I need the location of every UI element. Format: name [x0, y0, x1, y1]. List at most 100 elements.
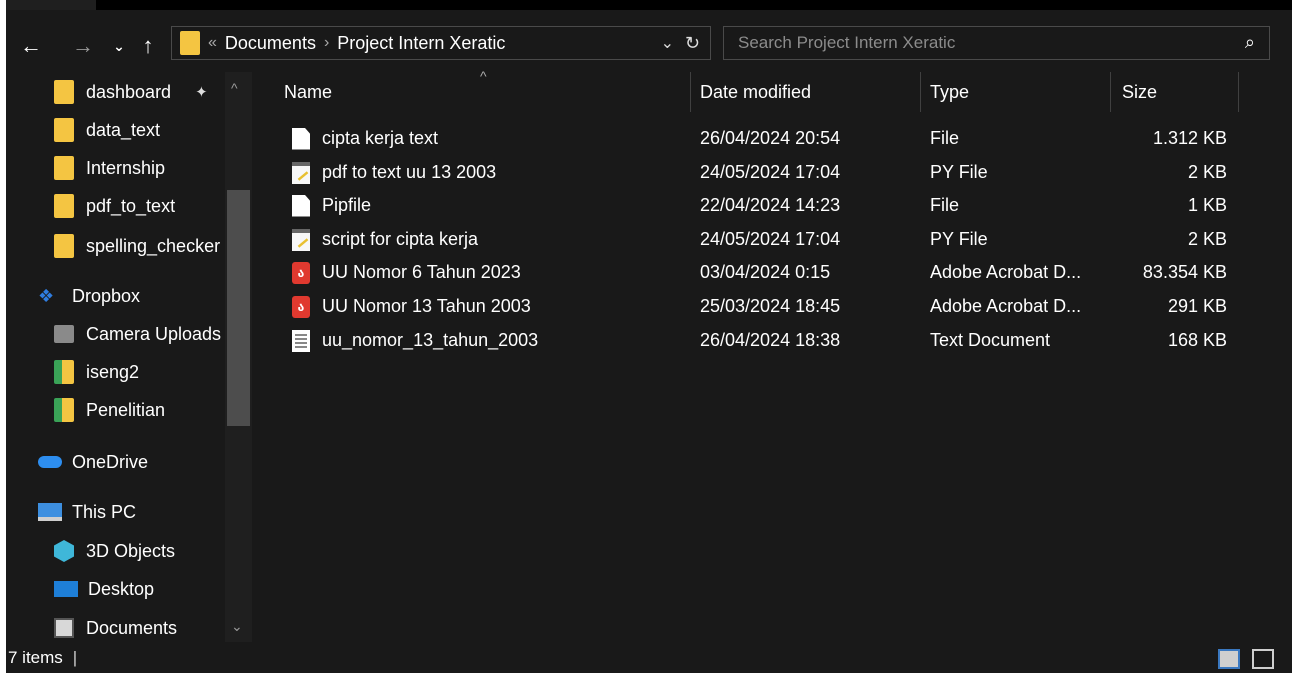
- address-toolbar: ← → ⌄ ↑ « Documents › Project Intern Xer…: [6, 10, 1292, 72]
- sidebar-item-data-text[interactable]: data_text: [54, 114, 160, 146]
- up-arrow-icon[interactable]: ↑: [136, 32, 160, 60]
- table-row[interactable]: ა UU Nomor 13 Tahun 2003 25/03/2024 18:45…: [252, 290, 1262, 323]
- folder-icon: [54, 156, 74, 180]
- sidebar-item-label: Dropbox: [72, 285, 141, 306]
- column-divider[interactable]: [690, 72, 691, 112]
- sidebar-item-pdf-to-text[interactable]: pdf_to_text: [54, 190, 175, 222]
- file-name: UU Nomor 6 Tahun 2023: [322, 262, 521, 282]
- column-header-type[interactable]: Type: [930, 72, 1110, 112]
- file-icon: [292, 127, 310, 150]
- sidebar-item-penelitian[interactable]: Penelitian: [54, 394, 165, 426]
- search-box[interactable]: ⌕: [723, 26, 1270, 60]
- breadcrumb-current-folder[interactable]: Project Intern Xeratic: [337, 33, 505, 54]
- column-header-label: Name: [284, 81, 333, 102]
- details-view-icon[interactable]: [1218, 649, 1240, 669]
- search-input[interactable]: [738, 33, 1218, 53]
- 3d-objects-icon: [54, 540, 74, 562]
- sidebar-item-desktop[interactable]: Desktop: [54, 573, 154, 605]
- sidebar-item-label: OneDrive: [72, 451, 149, 472]
- file-name: script for cipta kerja: [322, 229, 479, 249]
- sidebar-item-label: iseng2: [86, 361, 140, 382]
- status-divider: |: [72, 647, 78, 667]
- sidebar-item-label: dashboard: [86, 81, 172, 102]
- sidebar-item-onedrive[interactable]: OneDrive: [38, 446, 148, 478]
- file-name: Pipfile: [322, 195, 372, 215]
- table-row[interactable]: ა UU Nomor 6 Tahun 2023 03/04/2024 0:15 A…: [252, 256, 1262, 289]
- file-size: 168 KB: [1167, 330, 1227, 350]
- forward-arrow-icon[interactable]: →: [70, 32, 96, 60]
- table-row[interactable]: Pipfile 22/04/2024 14:23 File 1 KB: [252, 189, 1262, 222]
- title-strip: [6, 0, 1292, 10]
- synced-folder-icon: [54, 360, 74, 384]
- sidebar-item-iseng2[interactable]: iseng2: [54, 356, 139, 388]
- file-date: 24/05/2024 17:04: [700, 162, 841, 182]
- column-divider[interactable]: [1110, 72, 1111, 112]
- sidebar-item-documents[interactable]: Documents: [54, 612, 177, 644]
- file-size: 2 KB: [1187, 229, 1227, 249]
- sidebar-item-3d-objects[interactable]: 3D Objects: [54, 535, 175, 567]
- folder-icon: [54, 194, 74, 218]
- breadcrumb-documents[interactable]: Documents: [225, 33, 316, 54]
- file-date: 03/04/2024 0:15: [700, 262, 831, 282]
- folder-icon: [54, 234, 74, 258]
- onedrive-icon: [38, 456, 62, 468]
- file-date: 25/03/2024 18:45: [700, 296, 841, 316]
- file-name: uu_nomor_13_tahun_2003: [322, 330, 539, 350]
- sidebar-item-spelling-checker[interactable]: spelling_checker: [54, 230, 225, 262]
- camera-folder-icon: [54, 325, 74, 343]
- column-divider[interactable]: [920, 72, 921, 112]
- address-bar[interactable]: « Documents › Project Intern Xeratic ⌄ ↻: [171, 26, 711, 60]
- file-size: 83.354 KB: [1142, 262, 1227, 282]
- tab-marker: [6, 0, 96, 10]
- back-arrow-icon[interactable]: ←: [18, 32, 44, 60]
- table-row[interactable]: cipta kerja text 26/04/2024 20:54 File 1…: [252, 122, 1262, 155]
- file-type: PY File: [930, 229, 988, 249]
- sidebar-item-this-pc[interactable]: This PC: [38, 496, 136, 528]
- file-size: 1 KB: [1187, 195, 1227, 215]
- file-name: cipta kerja text: [322, 128, 439, 148]
- column-header-label: Type: [930, 81, 970, 102]
- sidebar-item-label: data_text: [86, 119, 161, 140]
- large-icons-view-icon[interactable]: [1252, 649, 1274, 669]
- sidebar-item-label: Desktop: [88, 578, 155, 599]
- file-name: UU Nomor 13 Tahun 2003: [322, 296, 531, 316]
- file-explorer-window: ← → ⌄ ↑ « Documents › Project Intern Xer…: [6, 0, 1292, 673]
- overflow-chevron-icon[interactable]: «: [208, 34, 217, 52]
- sidebar-item-dashboard[interactable]: dashboard ✦: [54, 76, 208, 108]
- sidebar-item-camera-uploads[interactable]: Camera Uploads: [54, 318, 221, 350]
- sidebar-item-dropbox[interactable]: ❖ Dropbox: [38, 280, 140, 312]
- column-header-date-modified[interactable]: Date modified: [700, 72, 920, 112]
- column-header-name[interactable]: Name: [284, 72, 694, 112]
- scroll-down-icon[interactable]: ⌄: [231, 618, 243, 635]
- folder-icon: [180, 31, 200, 55]
- file-size: 291 KB: [1167, 296, 1227, 316]
- scroll-up-icon[interactable]: ^: [231, 80, 238, 96]
- sidebar-scrollbar[interactable]: ^ ⌄: [225, 72, 252, 642]
- dropbox-icon: ❖: [38, 286, 55, 306]
- sidebar-item-label: Internship: [86, 157, 166, 178]
- sidebar-item-label: Documents: [86, 617, 178, 638]
- file-type: Text Document: [930, 330, 1051, 350]
- column-header-size[interactable]: Size: [1122, 72, 1242, 112]
- pin-icon[interactable]: ✦: [195, 83, 208, 101]
- address-dropdown-icon[interactable]: ⌄: [661, 33, 674, 53]
- refresh-icon[interactable]: ↻: [685, 33, 700, 54]
- table-row[interactable]: uu_nomor_13_tahun_2003 26/04/2024 18:38 …: [252, 324, 1262, 357]
- sidebar-item-internship[interactable]: Internship: [54, 152, 165, 184]
- file-date: 22/04/2024 14:23: [700, 195, 841, 215]
- breadcrumb-separator-icon[interactable]: ›: [324, 34, 329, 52]
- recent-locations-chevron-icon[interactable]: ⌄: [110, 32, 128, 60]
- table-row[interactable]: script for cipta kerja 24/05/2024 17:04 …: [252, 223, 1262, 256]
- synced-folder-icon: [54, 398, 74, 422]
- table-row[interactable]: pdf to text uu 13 2003 24/05/2024 17:04 …: [252, 156, 1262, 189]
- sidebar-scroll-thumb[interactable]: [227, 190, 250, 426]
- file-icon: [292, 194, 310, 217]
- sidebar-item-label: 3D Objects: [86, 540, 176, 561]
- text-file-icon: [292, 329, 310, 352]
- navigation-pane: dashboard ✦ data_text Internship pdf_to_…: [6, 72, 252, 642]
- search-icon[interactable]: ⌕: [1245, 32, 1255, 53]
- python-file-icon: [292, 161, 310, 184]
- folder-icon: [54, 118, 74, 142]
- pdf-file-icon: ა: [292, 295, 310, 318]
- column-divider[interactable]: [1238, 72, 1239, 112]
